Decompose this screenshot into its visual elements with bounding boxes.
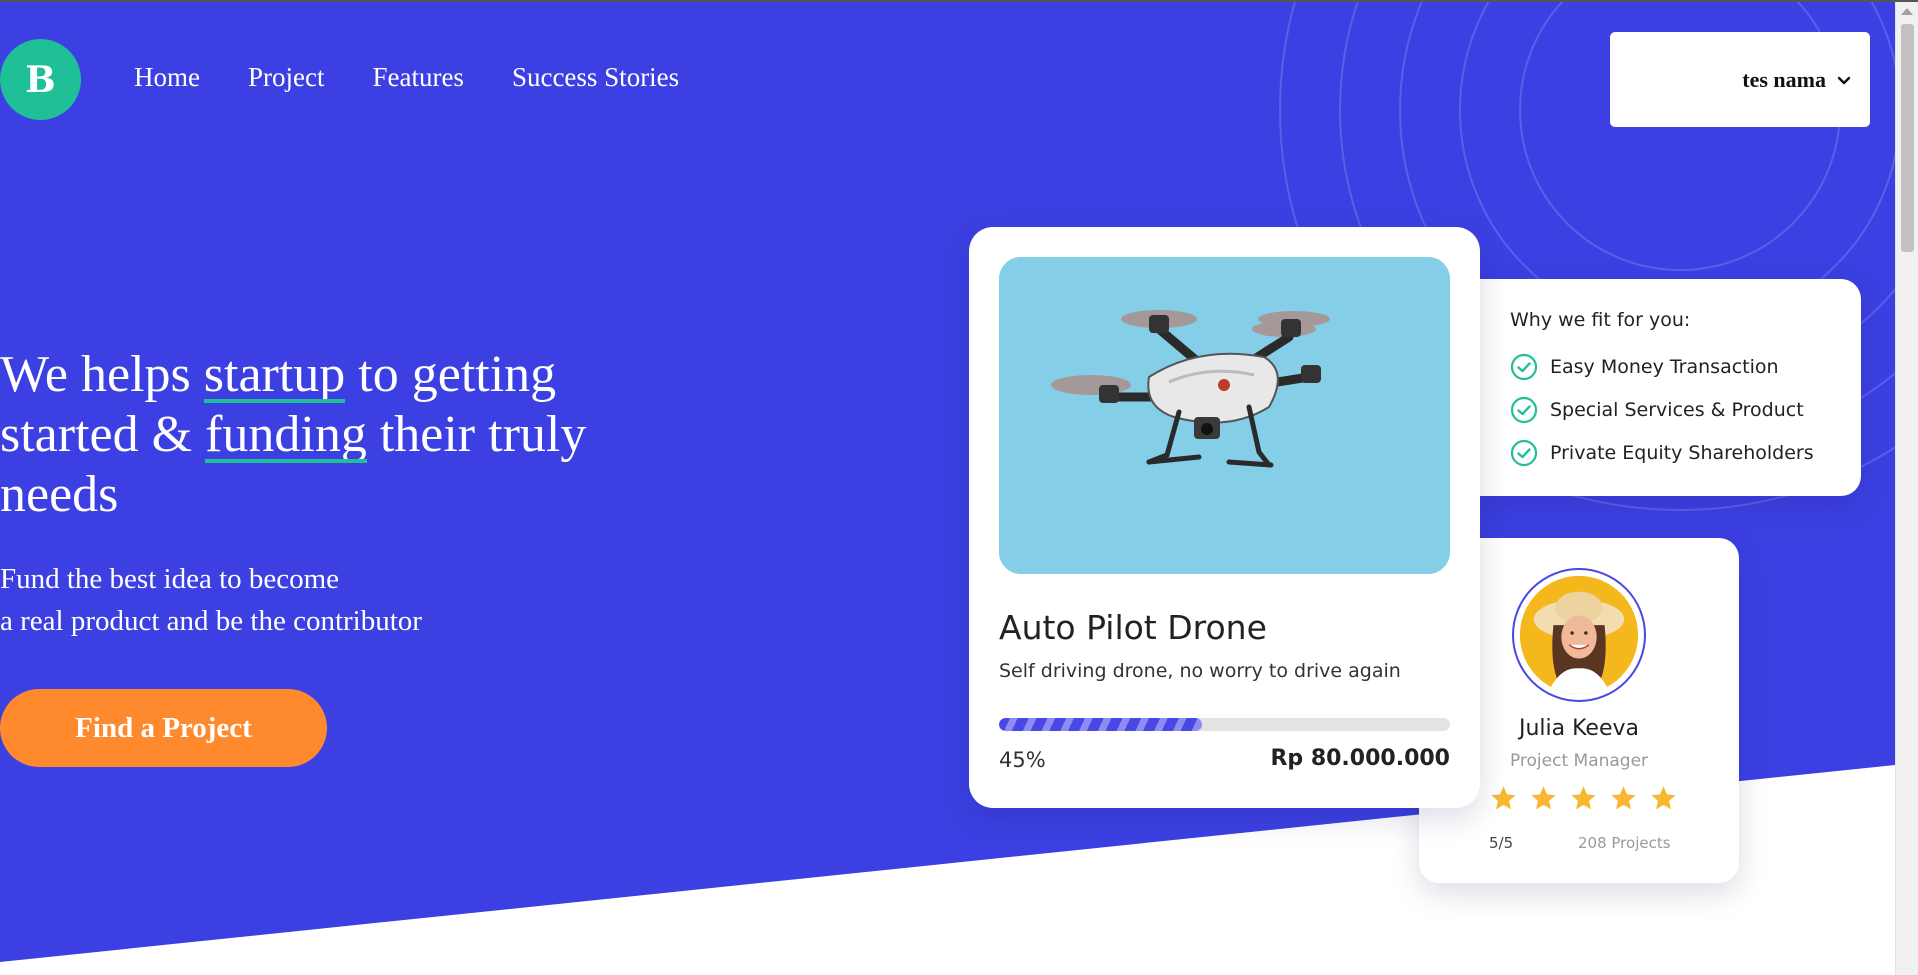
brand-logo-letter: B — [25, 58, 56, 101]
subtitle-line-2: a real product and be the contributor — [0, 605, 422, 637]
why-item-label: Special Services & Product — [1550, 398, 1804, 421]
check-circle-icon — [1510, 353, 1538, 380]
why-title: Why we fit for you: — [1510, 309, 1691, 331]
star-icon — [1491, 786, 1516, 810]
subtitle-line-1: Fund the best idea to become — [0, 563, 340, 595]
why-item-label: Easy Money Transaction — [1550, 355, 1779, 378]
rating-stars — [1489, 784, 1678, 813]
project-title: Auto Pilot Drone — [999, 608, 1267, 647]
user-name: tes nama — [1742, 66, 1826, 92]
star-icon — [1571, 786, 1596, 810]
why-item: Easy Money Transaction — [1510, 345, 1861, 388]
window-top-border — [0, 0, 1918, 2]
main-nav: Home Project Features Success Stories — [134, 62, 679, 93]
star-icon — [1651, 786, 1676, 810]
drone-image — [999, 257, 1450, 574]
nav-success-stories[interactable]: Success Stories — [512, 62, 679, 93]
progress-fill — [999, 718, 1202, 731]
brand-logo[interactable]: B — [0, 39, 81, 120]
check-circle-icon — [1510, 396, 1538, 423]
hero-subtitle: Fund the best idea to become a real prod… — [0, 558, 422, 642]
avatar-image — [1520, 576, 1638, 694]
user-menu-button[interactable]: tes nama — [1610, 32, 1870, 127]
funding-amount: Rp 80.000.000 — [1270, 746, 1450, 771]
hero-headline: We helps startup to getting started & fu… — [0, 345, 620, 525]
nav-features[interactable]: Features — [372, 62, 463, 93]
scroll-thumb[interactable] — [1901, 24, 1914, 252]
find-project-button[interactable]: Find a Project — [0, 689, 327, 767]
why-item-label: Private Equity Shareholders — [1550, 441, 1814, 464]
headline-highlight-funding: funding — [205, 406, 367, 463]
rating-value: 5/5 — [1489, 834, 1514, 852]
why-card: Why we fit for you: Easy Money Transacti… — [1450, 279, 1861, 496]
nav-project[interactable]: Project — [248, 62, 324, 93]
why-item: Special Services & Product — [1510, 388, 1861, 431]
nav-home[interactable]: Home — [134, 62, 200, 93]
project-card[interactable]: Auto Pilot Drone Self driving drone, no … — [969, 227, 1480, 808]
avatar — [1512, 568, 1646, 702]
funding-progress-bar — [999, 718, 1450, 731]
scrollbar[interactable] — [1895, 2, 1918, 975]
progress-percent: 45% — [999, 748, 1046, 772]
check-circle-icon — [1510, 439, 1538, 466]
headline-text-1: We helps — [0, 346, 204, 403]
why-item: Private Equity Shareholders — [1510, 431, 1861, 474]
chevron-down-icon — [1837, 76, 1851, 84]
star-icon — [1531, 786, 1556, 810]
scroll-up-arrow-icon[interactable] — [1901, 8, 1913, 15]
star-icon — [1611, 786, 1636, 810]
headline-highlight-startup: startup — [203, 346, 346, 403]
projects-count: 208 Projects — [1578, 834, 1671, 852]
project-description: Self driving drone, no worry to drive ag… — [999, 660, 1401, 682]
